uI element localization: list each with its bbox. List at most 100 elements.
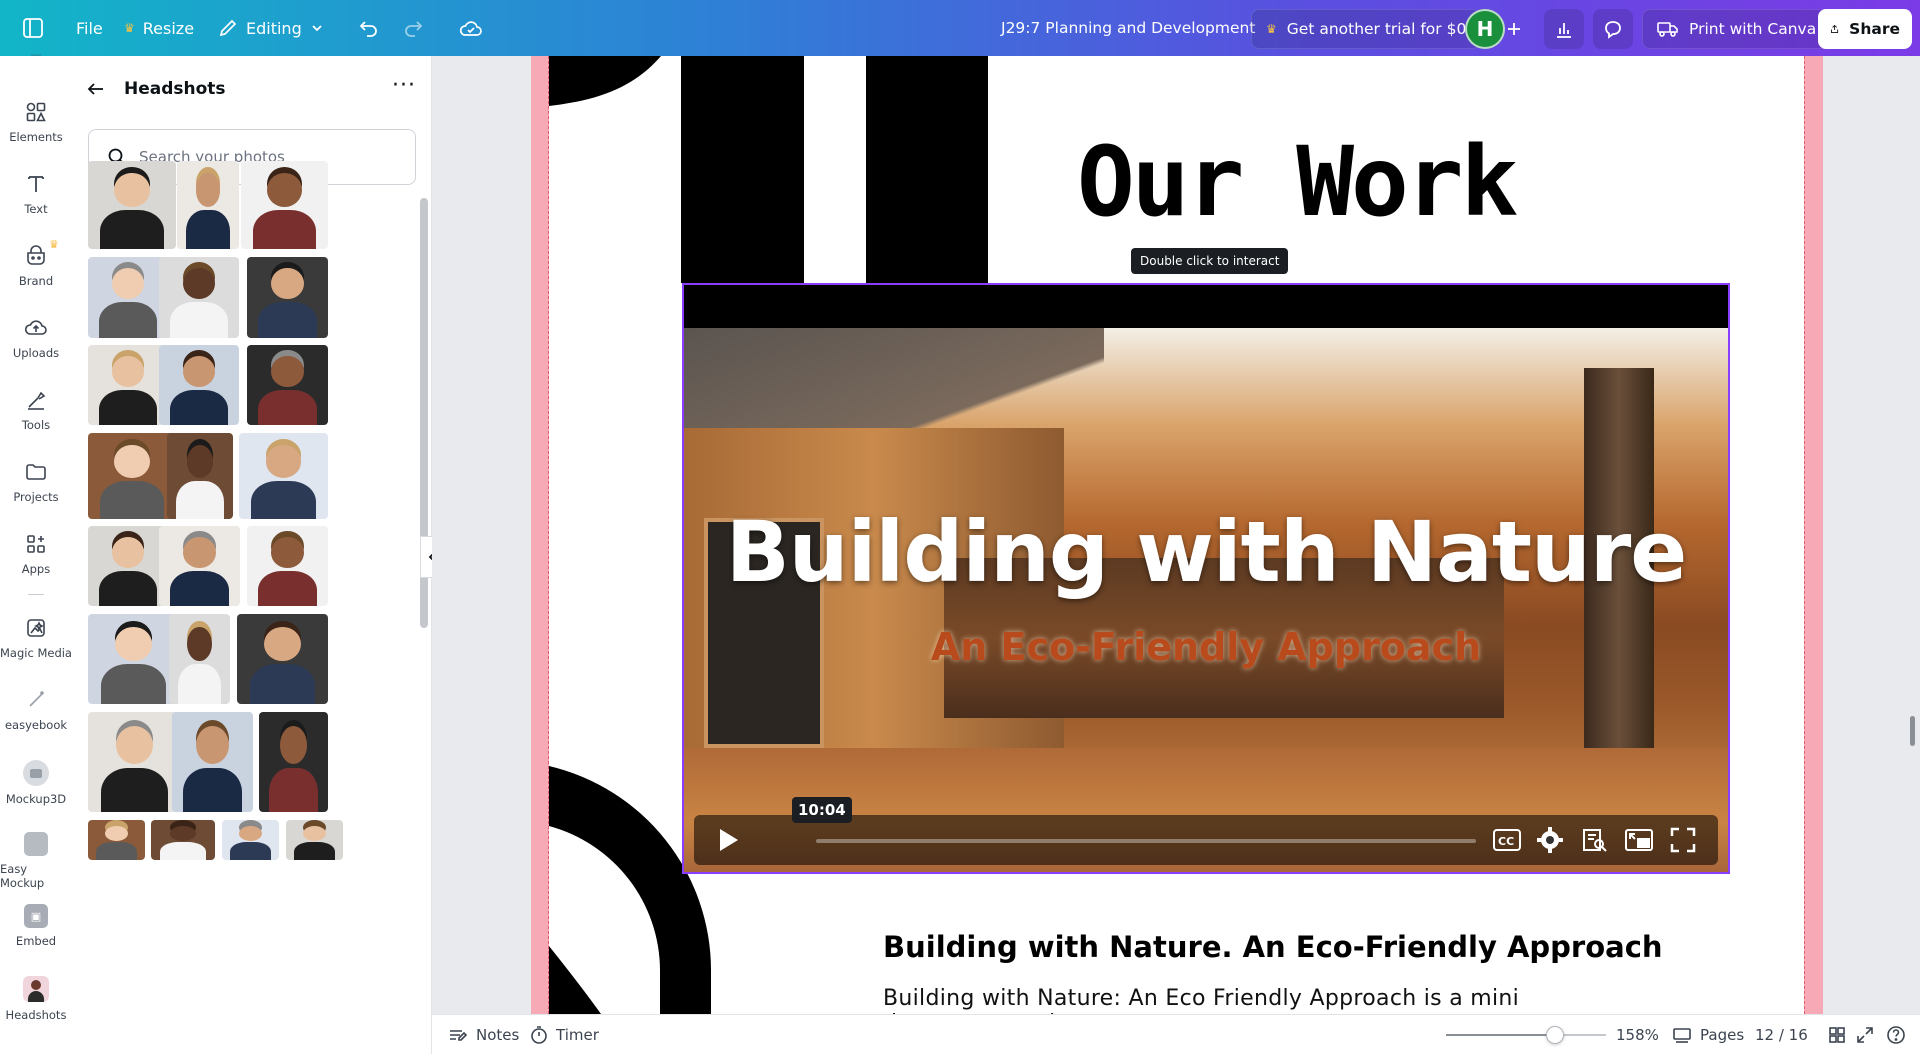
trial-button[interactable]: ♛ Get another trial for $0 <box>1251 9 1482 49</box>
rail-item-headshots[interactable]: Headshots <box>0 976 72 1022</box>
headshot-thumbnail[interactable] <box>177 161 239 249</box>
headshot-thumbnail[interactable] <box>88 526 168 606</box>
headshot-thumbnail[interactable] <box>169 614 230 704</box>
miniplayer-button[interactable] <box>1624 826 1654 858</box>
resize-button[interactable]: ♛ Resize <box>124 8 194 48</box>
slide-heading[interactable]: Our Work <box>1077 126 1518 238</box>
slide-body-text[interactable]: Building with Nature: An Eco Friendly Ap… <box>883 986 1653 1014</box>
settings-button[interactable] <box>1536 826 1564 858</box>
print-with-canva-button[interactable]: Print with Canva <box>1642 9 1832 49</box>
headshot-thumbnail[interactable] <box>239 433 328 519</box>
interact-tooltip: Double click to interact <box>1131 248 1289 274</box>
headshot-thumbnail[interactable] <box>247 257 328 338</box>
insights-button[interactable] <box>1544 9 1584 49</box>
slide-page[interactable]: Our Work Double click to interact Buildi… <box>531 56 1823 1014</box>
zoom-slider[interactable] <box>1446 1026 1606 1044</box>
headshot-thumbnail[interactable] <box>259 712 328 812</box>
undo-icon <box>359 21 377 37</box>
headshot-face <box>271 356 304 387</box>
rail-item-mockup3d[interactable]: Mockup3D <box>0 760 72 806</box>
headshot-face <box>183 356 215 387</box>
fullscreen-button[interactable] <box>1669 826 1697 858</box>
headshot-face <box>239 825 262 841</box>
avatar-initial: H <box>1476 17 1494 41</box>
transcript-search-icon <box>1583 829 1607 852</box>
grid-view-button[interactable] <box>1828 1015 1846 1054</box>
page-counter-text: 12 / 16 <box>1755 1026 1808 1044</box>
headshot-thumbnail[interactable] <box>88 257 168 338</box>
rail-item-text[interactable]: Text <box>0 172 72 216</box>
headshot-thumbnail[interactable] <box>88 345 168 425</box>
notes-icon <box>450 1030 468 1041</box>
headshot-face <box>112 268 144 300</box>
headshot-thumbnail[interactable] <box>151 820 215 860</box>
rail-label: Uploads <box>12 346 60 360</box>
rail-item-tools[interactable]: Tools <box>0 388 72 432</box>
zoom-level[interactable]: 158% <box>1616 1015 1659 1054</box>
notes-button[interactable]: Notes <box>448 1015 519 1054</box>
rail-item-elements[interactable]: Elements <box>0 100 72 144</box>
headshot-thumbnail[interactable] <box>167 433 233 519</box>
headshot-thumbnail[interactable] <box>286 820 343 860</box>
video-embed[interactable]: Building with Nature An Eco-Friendly App… <box>682 283 1730 874</box>
play-button[interactable] <box>710 823 744 861</box>
rail-item-easyebook[interactable]: easyebook <box>0 688 72 732</box>
headshot-thumbnail[interactable] <box>222 820 279 860</box>
side-panel-toggle[interactable] <box>22 8 44 48</box>
headshot-thumbnail[interactable] <box>88 820 145 860</box>
headshot-thumbnail[interactable] <box>247 345 328 425</box>
headshot-shoulders <box>249 664 316 704</box>
back-arrow-icon[interactable] <box>86 79 106 99</box>
headshot-thumbnail[interactable] <box>159 257 239 338</box>
timer-button[interactable]: Timer <box>530 1015 599 1054</box>
slide-subheading[interactable]: Building with Nature. An Eco-Friendly Ap… <box>883 930 1663 964</box>
headshot-thumbnail[interactable] <box>159 526 240 606</box>
rail-item-projects[interactable]: Projects <box>0 460 72 504</box>
print-label: Print with Canva <box>1689 20 1817 38</box>
rail-item-brand[interactable]: ♛ Brand <box>0 238 72 288</box>
zoom-slider-thumb[interactable] <box>1545 1026 1564 1044</box>
headshot-thumbnail[interactable] <box>159 345 239 425</box>
easy-mockup-icon <box>24 832 48 856</box>
rail-item-apps[interactable]: Apps <box>0 532 72 576</box>
headshot-thumbnail[interactable] <box>237 614 328 704</box>
rail-label: Magic Media <box>0 646 72 660</box>
crown-icon: ♛ <box>124 21 135 35</box>
cc-button[interactable]: CC <box>1492 827 1522 857</box>
redo-button[interactable] <box>402 8 424 48</box>
headshot-thumbnail[interactable] <box>88 161 176 249</box>
fullscreen-icon <box>1670 827 1696 853</box>
undo-button[interactable] <box>358 8 380 48</box>
file-menu[interactable]: File <box>76 8 103 48</box>
more-options-icon[interactable]: ··· <box>392 73 416 98</box>
help-button[interactable] <box>1886 1015 1906 1054</box>
canvas-scrollbar[interactable] <box>1910 716 1915 746</box>
rail-item-embed[interactable]: ▣ Embed <box>0 904 72 948</box>
cloud-save-status[interactable] <box>459 8 483 48</box>
file-label: File <box>76 18 103 38</box>
pages-button[interactable]: Pages <box>1672 1015 1744 1054</box>
add-collaborator-button[interactable] <box>1498 9 1530 49</box>
document-title[interactable]: J29:7 Planning and Development <box>1001 8 1255 48</box>
headshot-thumbnail[interactable] <box>88 433 176 519</box>
transcript-button[interactable] <box>1580 826 1608 858</box>
miniplayer-icon <box>1625 829 1653 851</box>
rail-item-magic-media[interactable]: Magic Media <box>0 616 72 660</box>
redo-icon <box>405 21 423 37</box>
headshot-thumbnail[interactable] <box>88 614 179 704</box>
progress-track[interactable] <box>816 839 1476 843</box>
zoom-slider-fill <box>1446 1034 1555 1036</box>
headshot-thumbnail[interactable] <box>247 526 328 606</box>
editing-mode-dropdown[interactable]: Editing <box>218 8 324 48</box>
rail-item-uploads[interactable]: Uploads <box>0 316 72 360</box>
headshot-thumbnail[interactable] <box>88 712 181 812</box>
headshot-thumbnail[interactable] <box>172 712 253 812</box>
share-button[interactable]: Share <box>1818 9 1912 49</box>
rail-item-easy-mockup[interactable]: Easy Mockup <box>0 832 72 890</box>
comments-button[interactable] <box>1593 9 1633 49</box>
headshot-face <box>170 825 196 841</box>
crown-icon: ♛ <box>1266 22 1277 36</box>
timer-icon <box>531 1026 547 1044</box>
fullscreen-present-button[interactable] <box>1856 1015 1874 1054</box>
headshot-thumbnail[interactable] <box>241 161 328 249</box>
